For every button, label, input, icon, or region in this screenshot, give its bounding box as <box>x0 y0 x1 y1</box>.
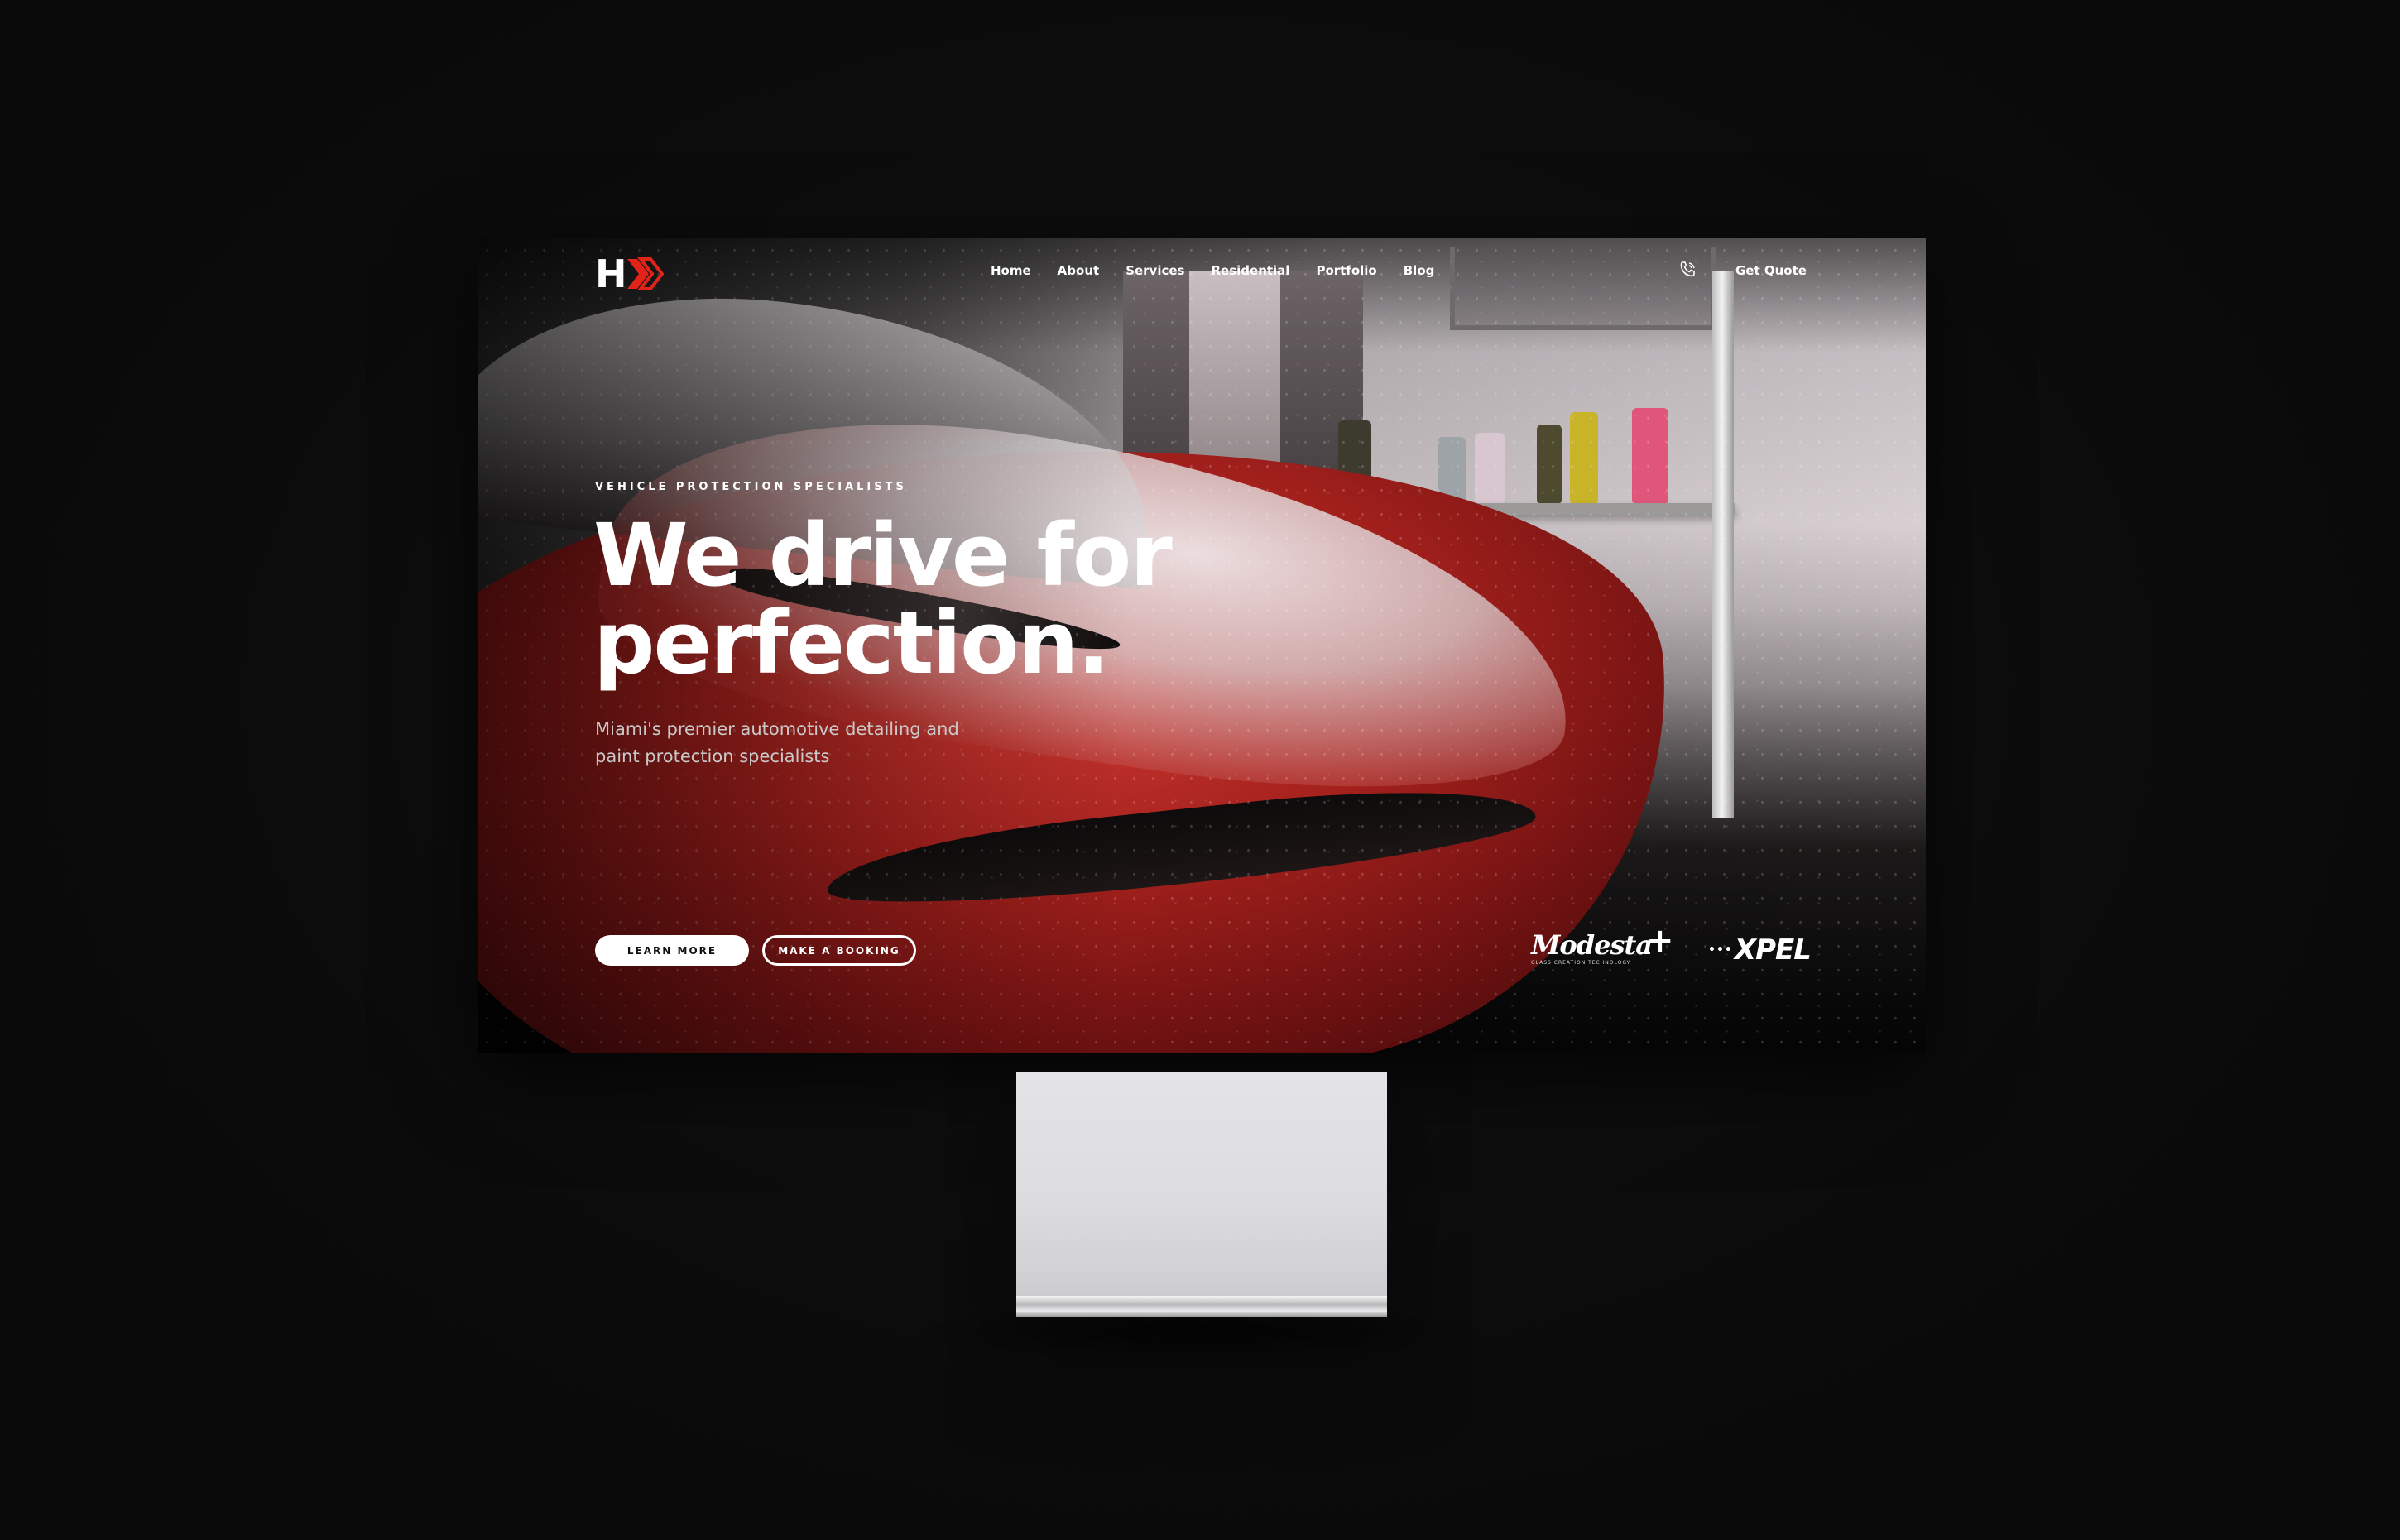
site-navigation: H Home About Services Residential Portfo… <box>478 238 1926 313</box>
partner-plus-sign: + <box>1646 922 1674 960</box>
hero-cta-group: LEARN MORE MAKE A BOOKING <box>595 935 916 966</box>
brand-logo[interactable]: H <box>595 252 664 296</box>
device-mockup-scene: H Home About Services Residential Portfo… <box>0 0 2400 1540</box>
hero-headline-line-1: We drive for <box>593 505 1173 606</box>
hero-headline-line-2: perfection. <box>593 592 1110 693</box>
nav-link-services[interactable]: Services <box>1126 263 1184 278</box>
monitor-screen: H Home About Services Residential Portfo… <box>478 238 1926 1053</box>
nav-link-about[interactable]: About <box>1058 263 1100 278</box>
nav-link-home[interactable]: Home <box>991 263 1031 278</box>
nav-menu: Home About Services Residential Portfoli… <box>991 263 1434 278</box>
logo-letter: H <box>595 252 626 296</box>
make-a-booking-button[interactable]: MAKE A BOOKING <box>762 935 916 966</box>
modesta-logo: Modesta GLASS CREATION TECHNOLOGY <box>1531 929 1653 966</box>
modesta-tagline: GLASS CREATION TECHNOLOGY <box>1531 960 1631 966</box>
hero-eyebrow: VEHICLE PROTECTION SPECIALISTS <box>595 481 907 493</box>
xpel-wordmark: XPEL <box>1734 933 1812 967</box>
hero-headline: We drive for perfection. <box>593 505 1173 693</box>
xpel-dots-icon: ••• <box>1708 943 1733 957</box>
nav-link-portfolio[interactable]: Portfolio <box>1316 263 1376 278</box>
hero-subtitle: Miami's premier automotive detailing and… <box>595 719 959 766</box>
phone-icon[interactable] <box>1678 260 1697 280</box>
get-quote-link[interactable]: Get Quote <box>1735 263 1807 278</box>
monitor-stand <box>1016 1072 1387 1317</box>
xpel-logo: ••• XPEL <box>1708 933 1812 967</box>
logo-chevrons-icon <box>626 257 664 290</box>
modesta-wordmark: Modesta <box>1531 929 1653 961</box>
monitor-stand-base <box>1016 1296 1387 1317</box>
nav-link-residential[interactable]: Residential <box>1211 263 1289 278</box>
nav-link-blog[interactable]: Blog <box>1404 263 1435 278</box>
learn-more-button[interactable]: LEARN MORE <box>595 935 749 966</box>
